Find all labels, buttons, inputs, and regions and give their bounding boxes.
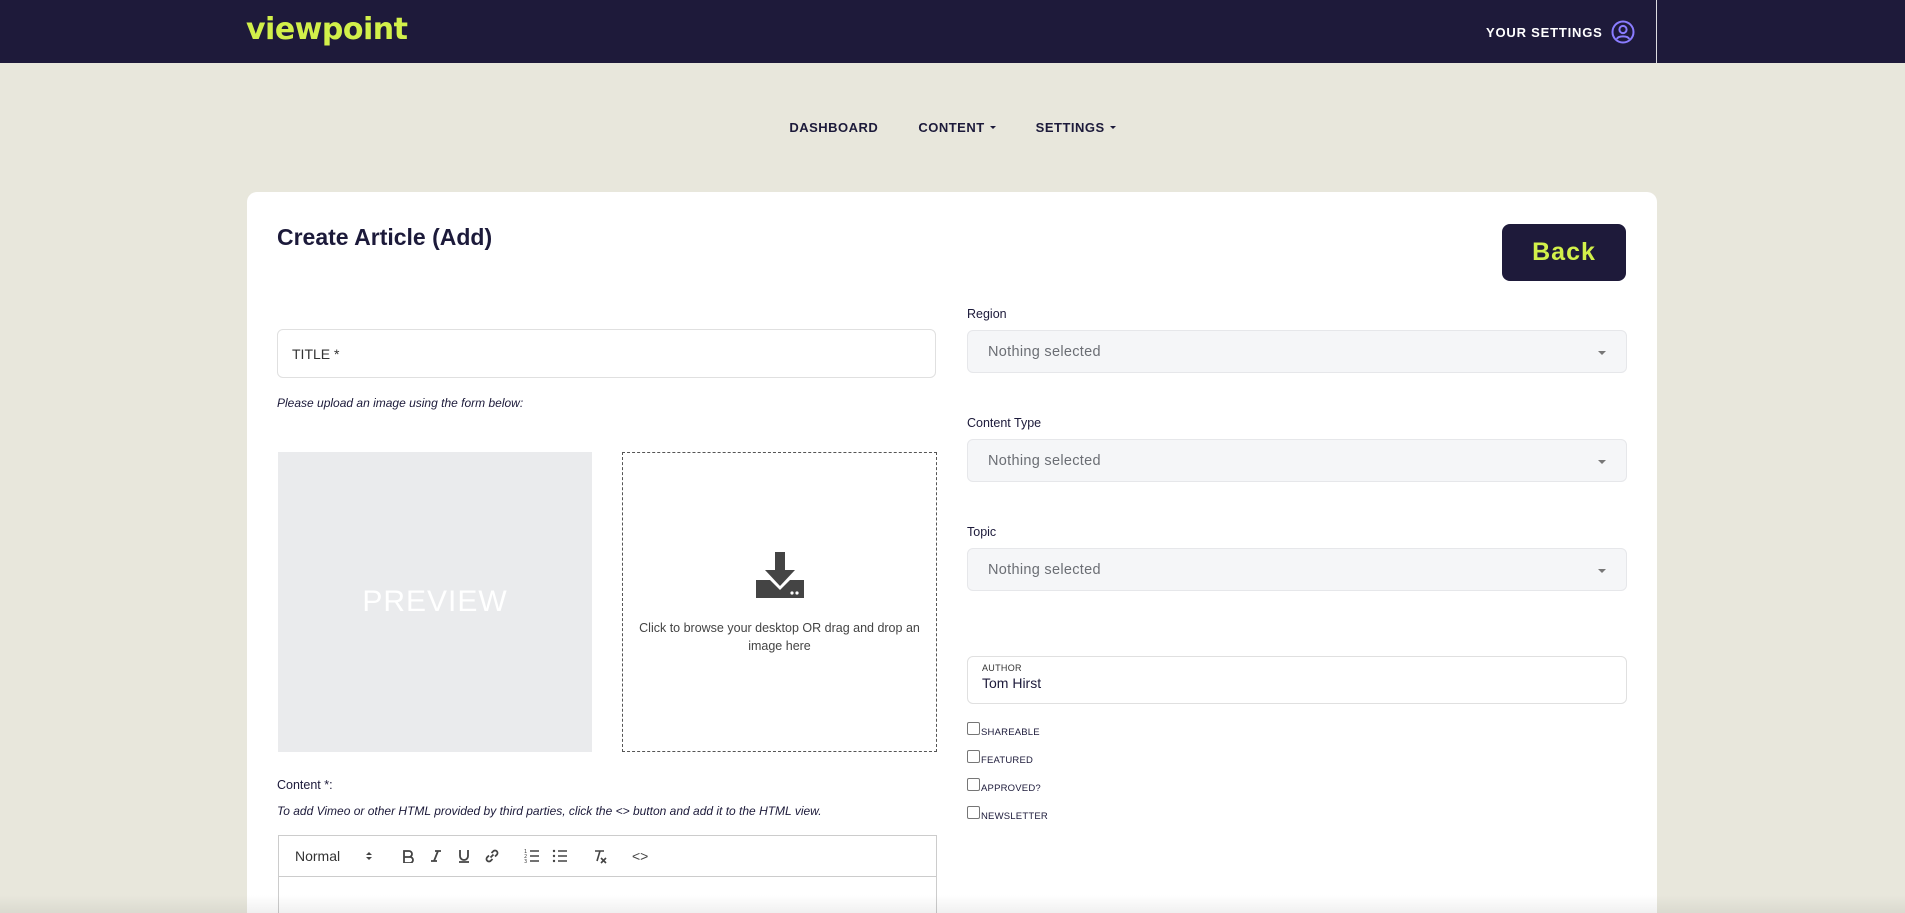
content-label: Content *: (277, 778, 333, 792)
nav-content[interactable]: CONTENT (918, 120, 996, 135)
code-view-label: <> (631, 848, 649, 864)
featured-label: FEATURED (981, 755, 1034, 766)
shareable-option: SHAREABLE (967, 722, 1040, 738)
preview-label: PREVIEW (362, 585, 508, 618)
newsletter-label: NEWSLETTER (981, 811, 1048, 822)
nav-dashboard-label: DASHBOARD (789, 120, 879, 135)
page-title: Create Article (Add) (277, 224, 493, 250)
caret-down-icon (1598, 460, 1606, 464)
shareable-checkbox[interactable] (967, 722, 980, 735)
topic-select[interactable]: Nothing selected (967, 548, 1627, 591)
bold-icon[interactable] (394, 844, 422, 868)
topic-select-value: Nothing selected (988, 561, 1101, 578)
underline-icon[interactable] (450, 844, 478, 868)
caret-down-icon (1598, 351, 1606, 355)
featured-checkbox[interactable] (967, 750, 980, 763)
caret-down-icon (1109, 126, 1116, 129)
caret-down-icon (1598, 569, 1606, 573)
newsletter-checkbox[interactable] (967, 806, 980, 819)
download-icon (755, 550, 805, 605)
author-field[interactable]: AUTHOR Tom Hirst (967, 656, 1627, 704)
clear-format-icon[interactable] (586, 844, 614, 868)
title-input-placeholder: TITLE * (292, 345, 340, 362)
image-preview: PREVIEW (278, 452, 592, 752)
italic-icon[interactable] (422, 844, 450, 868)
nav-settings-label: SETTINGS (1035, 120, 1105, 135)
approved-option: APPROVED? (967, 778, 1041, 794)
user-icon (1611, 20, 1635, 44)
content-type-select-value: Nothing selected (988, 452, 1101, 469)
caret-down-icon (989, 126, 996, 129)
topbar-divider (1656, 0, 1657, 63)
content-type-label: Content Type (967, 416, 1042, 430)
author-value: Tom Hirst (982, 675, 1042, 691)
content-note: To add Vimeo or other HTML provided by t… (277, 804, 822, 818)
updown-arrow-icon (366, 852, 373, 860)
region-label: Region (967, 307, 1007, 321)
article-form-card: Create Article (Add) Back TITLE * Please… (247, 192, 1657, 913)
nav-content-label: CONTENT (918, 120, 985, 135)
upload-instruction: Please upload an image using the form be… (277, 396, 524, 410)
ordered-list-icon[interactable]: 123 (518, 844, 546, 868)
topic-label: Topic (967, 525, 997, 539)
approved-label: APPROVED? (981, 783, 1041, 794)
author-label: AUTHOR (982, 663, 1022, 673)
back-button[interactable]: Back (1502, 224, 1626, 281)
code-view-icon[interactable]: <> (626, 844, 654, 868)
featured-option: FEATURED (967, 750, 1033, 766)
region-select-value: Nothing selected (988, 343, 1101, 360)
editor-toolbar: Normal 123 <> (279, 836, 936, 877)
logo[interactable]: viewpoint (246, 12, 408, 47)
your-settings-label: YOUR SETTINGS (1486, 24, 1603, 40)
newsletter-option: NEWSLETTER (967, 806, 1048, 822)
format-select-value: Normal (295, 848, 341, 864)
content-type-select[interactable]: Nothing selected (967, 439, 1627, 482)
image-dropzone[interactable]: Click to browse your desktop OR drag and… (622, 452, 937, 752)
format-select[interactable]: Normal (295, 848, 373, 864)
top-bar: viewpoint YOUR SETTINGS (0, 0, 1905, 63)
dropzone-text: Click to browse your desktop OR drag and… (639, 620, 920, 653)
your-settings-link[interactable]: YOUR SETTINGS (1486, 20, 1635, 44)
nav-dashboard[interactable]: DASHBOARD (789, 120, 878, 135)
approved-checkbox[interactable] (967, 778, 980, 791)
rich-text-editor: Normal 123 <> (278, 835, 937, 913)
link-icon[interactable] (478, 844, 506, 868)
shareable-label: SHAREABLE (981, 727, 1040, 738)
nav-settings[interactable]: SETTINGS (1036, 120, 1116, 135)
region-select[interactable]: Nothing selected (967, 330, 1627, 373)
main-nav: DASHBOARD CONTENT SETTINGS (0, 120, 1905, 135)
svg-text:3: 3 (524, 859, 527, 864)
bullet-list-icon[interactable] (546, 844, 574, 868)
title-input[interactable]: TITLE * (277, 329, 936, 378)
